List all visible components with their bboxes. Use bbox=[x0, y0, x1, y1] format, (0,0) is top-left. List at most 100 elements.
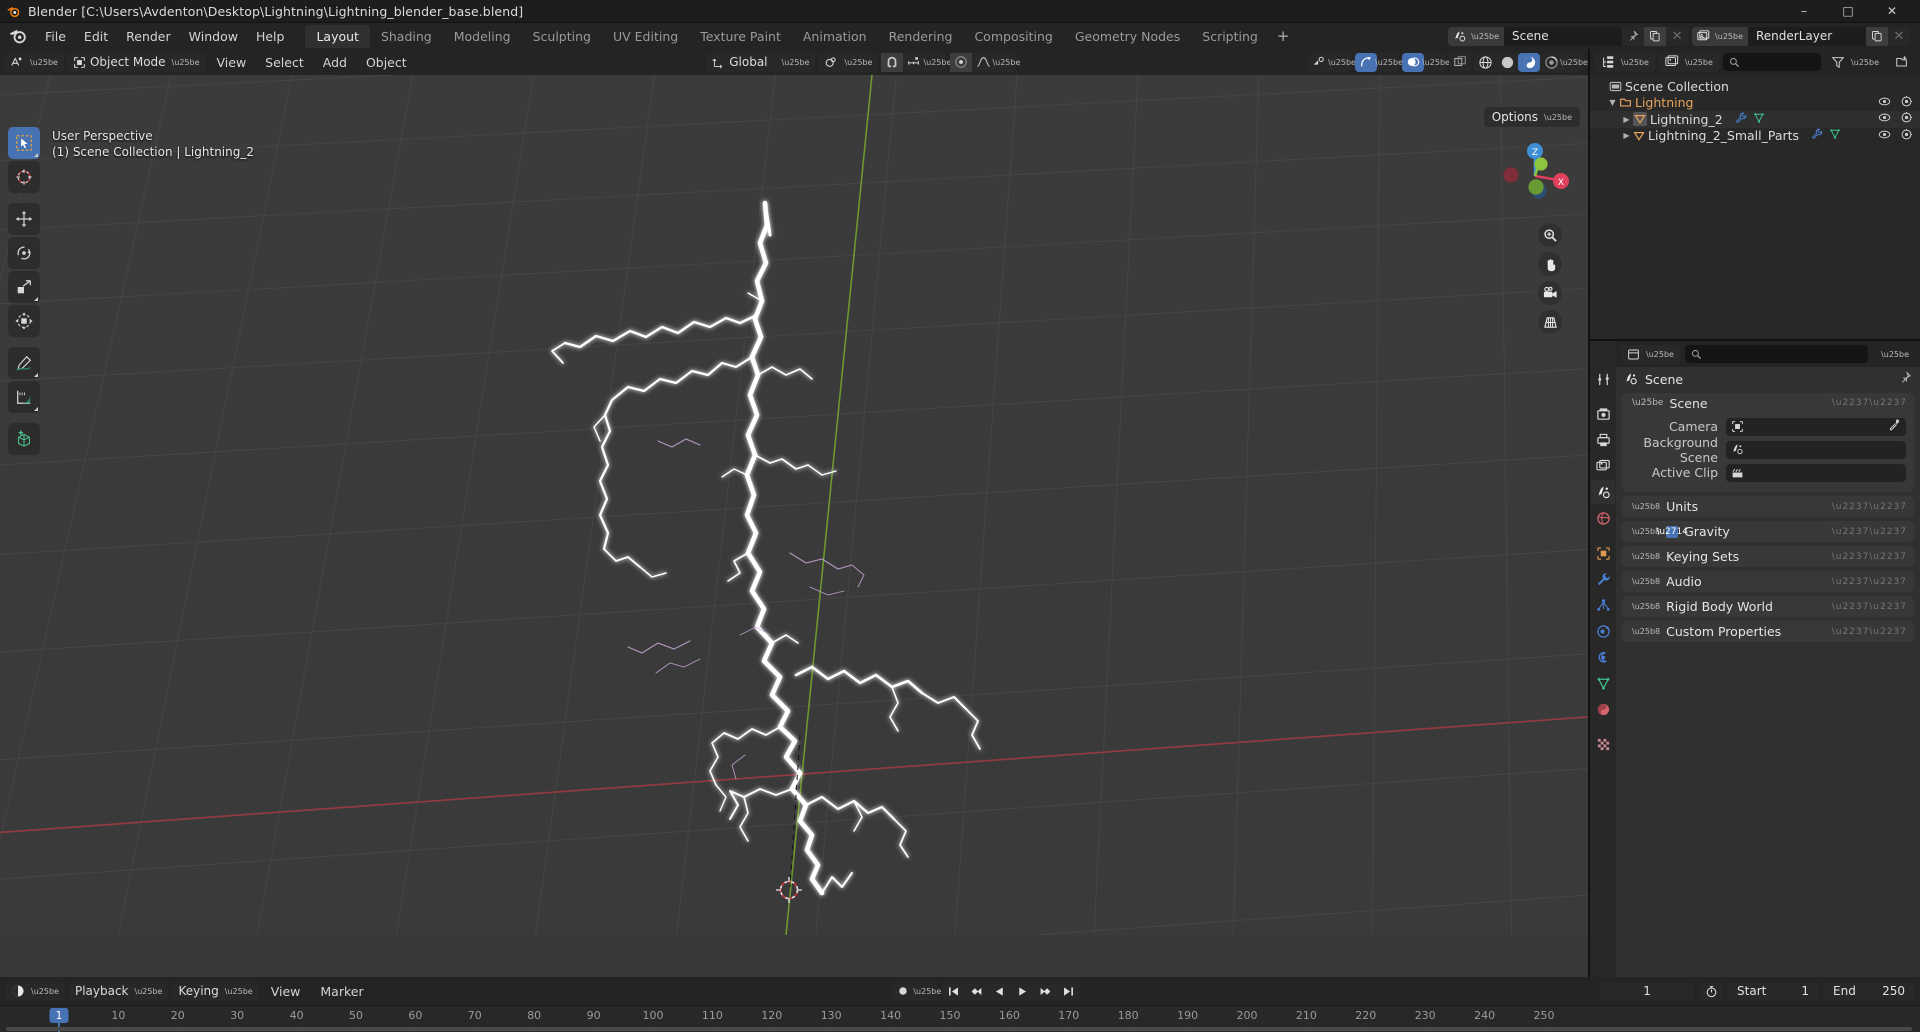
visibility-icon[interactable] bbox=[1308, 53, 1330, 72]
timeline-menu-marker[interactable]: Marker bbox=[312, 982, 371, 1001]
viewport-menu-add[interactable]: Add bbox=[315, 53, 355, 72]
tab-animation[interactable]: Animation bbox=[792, 25, 878, 48]
zoom-icon[interactable] bbox=[1538, 223, 1562, 247]
particles-tab[interactable] bbox=[1591, 593, 1615, 617]
record-icon[interactable] bbox=[892, 982, 915, 1001]
output-tab[interactable] bbox=[1591, 428, 1615, 452]
scene-icon[interactable]: \u25be bbox=[1448, 26, 1505, 46]
magnet-icon[interactable] bbox=[881, 52, 904, 72]
keying-sets-panel[interactable]: \u25b8 Keying Sets \u2237\u2237 bbox=[1622, 546, 1914, 567]
prev-keyframe-icon[interactable] bbox=[965, 982, 988, 1001]
xray-icon[interactable] bbox=[1449, 53, 1471, 72]
tab-texture-paint[interactable]: Texture Paint bbox=[689, 25, 792, 48]
tweak-select-tool[interactable] bbox=[8, 127, 40, 159]
eyedropper-icon[interactable] bbox=[1888, 418, 1901, 435]
pan-hand-icon[interactable] bbox=[1538, 252, 1562, 276]
gravity-panel[interactable]: \u25b8 \u2714 Gravity \u2237\u2237 bbox=[1622, 521, 1914, 542]
keying-menu[interactable]: Keying \u25be bbox=[172, 981, 259, 1001]
disclosure-triangle[interactable]: ▶ bbox=[1620, 115, 1633, 124]
wrench-icon[interactable] bbox=[1735, 112, 1747, 127]
properties-options-chevron-icon[interactable]: \u25be bbox=[1873, 345, 1915, 364]
chevron-right-icon[interactable]: \u25b8 bbox=[1632, 602, 1660, 611]
menu-edit[interactable]: Edit bbox=[75, 26, 117, 47]
modifier-tab[interactable] bbox=[1591, 567, 1615, 591]
list-item[interactable]: ▶ Lightning_2 bbox=[1590, 111, 1920, 128]
chevron-right-icon[interactable]: \u25b8 bbox=[1632, 577, 1660, 586]
material-tab[interactable] bbox=[1591, 697, 1615, 721]
data-tab[interactable] bbox=[1591, 671, 1615, 695]
scene-name[interactable]: Scene bbox=[1504, 26, 1623, 46]
cursor-tool[interactable] bbox=[8, 161, 40, 193]
viewport-menu-select[interactable]: Select bbox=[257, 53, 312, 72]
audio-panel[interactable]: \u25b8 Audio \u2237\u2237 bbox=[1622, 571, 1914, 592]
tab-modeling[interactable]: Modeling bbox=[443, 25, 522, 48]
tab-geometry-nodes[interactable]: Geometry Nodes bbox=[1064, 25, 1191, 48]
overlays-icon[interactable] bbox=[1402, 52, 1424, 72]
tab-sculpting[interactable]: Sculpting bbox=[522, 25, 602, 48]
mesh-data-icon[interactable] bbox=[1829, 128, 1841, 143]
gizmo-dropdown-chevron-icon[interactable]: \u25be bbox=[1375, 53, 1403, 72]
tab-shading[interactable]: Shading bbox=[370, 25, 443, 48]
scale-tool[interactable] bbox=[8, 271, 40, 303]
view-layer-icon[interactable]: \u25be bbox=[1692, 26, 1748, 46]
menu-file[interactable]: File bbox=[36, 26, 75, 47]
tab-uv-editing[interactable]: UV Editing bbox=[602, 25, 689, 48]
tab-rendering[interactable]: Rendering bbox=[878, 25, 964, 48]
maximize-button[interactable]: □ bbox=[1826, 0, 1870, 23]
delete-scene-button[interactable]: ✕ bbox=[1666, 27, 1688, 46]
current-frame-field[interactable]: 1 bbox=[1600, 981, 1695, 1001]
eye-icon[interactable] bbox=[1878, 128, 1891, 144]
falloff-curve-icon[interactable] bbox=[972, 53, 994, 72]
viewport-menu-view[interactable]: View bbox=[209, 53, 255, 72]
close-button[interactable]: ✕ bbox=[1870, 0, 1914, 23]
properties-search-input[interactable] bbox=[1684, 345, 1869, 363]
render-tab[interactable] bbox=[1591, 402, 1615, 426]
active-clip-field[interactable] bbox=[1726, 463, 1906, 482]
play-reverse-icon[interactable] bbox=[988, 982, 1011, 1001]
units-panel[interactable]: \u25b8 Units \u2237\u2237 bbox=[1622, 496, 1914, 517]
viewport-menu-object[interactable]: Object bbox=[358, 53, 415, 72]
auto-keying-chevron-icon[interactable]: \u25be bbox=[913, 982, 941, 1001]
rotate-tool[interactable] bbox=[8, 237, 40, 269]
tab-compositing[interactable]: Compositing bbox=[963, 25, 1063, 48]
physics-tab[interactable] bbox=[1591, 619, 1615, 643]
camera-field[interactable] bbox=[1726, 417, 1906, 436]
outliner-search-input[interactable] bbox=[1722, 53, 1822, 71]
filter-id-icon[interactable]: \u25be bbox=[1658, 52, 1719, 72]
chevron-right-icon[interactable]: \u25b8 bbox=[1632, 502, 1660, 511]
start-frame-field[interactable]: Start 1 bbox=[1727, 981, 1820, 1001]
proportional-edit-icon[interactable] bbox=[950, 52, 973, 72]
transform-orientation-selector[interactable]: Global \u25be bbox=[706, 52, 816, 72]
wrench-icon[interactable] bbox=[1811, 128, 1823, 143]
camera-icon[interactable] bbox=[1900, 128, 1913, 144]
eye-icon[interactable] bbox=[1878, 111, 1891, 127]
next-keyframe-icon[interactable] bbox=[1034, 982, 1057, 1001]
new-collection-icon[interactable] bbox=[1889, 53, 1915, 72]
snap-dropdown-chevron-icon[interactable]: \u25be bbox=[923, 53, 951, 72]
tab-layout[interactable]: Layout bbox=[305, 24, 370, 48]
rigid-body-world-panel[interactable]: \u25b8 Rigid Body World \u2237\u2237 bbox=[1622, 596, 1914, 617]
interaction-mode-selector[interactable]: Object Mode \u25be bbox=[66, 52, 206, 72]
new-scene-icon[interactable] bbox=[1644, 26, 1667, 46]
move-tool[interactable] bbox=[8, 203, 40, 235]
toggle-ortho-icon[interactable] bbox=[1538, 310, 1562, 334]
stopwatch-icon[interactable] bbox=[1700, 982, 1723, 1001]
background-scene-field[interactable] bbox=[1726, 440, 1906, 459]
camera-icon[interactable] bbox=[1900, 111, 1913, 127]
jump-end-icon[interactable] bbox=[1057, 982, 1080, 1001]
end-frame-field[interactable]: End 250 bbox=[1823, 981, 1916, 1001]
playhead[interactable]: 1 bbox=[49, 1008, 69, 1023]
scene-tab[interactable] bbox=[1591, 480, 1615, 504]
menu-window[interactable]: Window bbox=[180, 26, 247, 47]
delete-layer-button[interactable]: ✕ bbox=[1888, 27, 1910, 46]
view-layer-name[interactable]: RenderLayer bbox=[1748, 26, 1866, 46]
disclosure-triangle[interactable]: ▼ bbox=[1606, 98, 1619, 107]
scene-selector[interactable]: \u25be Scene ✕ bbox=[1448, 26, 1689, 46]
pin-icon[interactable] bbox=[1622, 27, 1644, 46]
timeline-ruler[interactable]: 10 20 30 40 50 60 70 80 90 100 110 120 130 140 150 160 1… bbox=[0, 1005, 1920, 1032]
chevron-right-icon[interactable]: \u25b8 bbox=[1632, 627, 1660, 636]
viewport-options-button[interactable]: Options \u25be bbox=[1483, 107, 1580, 127]
tab-scripting[interactable]: Scripting bbox=[1191, 25, 1269, 48]
pin-icon[interactable] bbox=[1899, 371, 1912, 387]
3d-viewport[interactable]: User Perspective (1) Scene Collection | … bbox=[0, 75, 1588, 977]
